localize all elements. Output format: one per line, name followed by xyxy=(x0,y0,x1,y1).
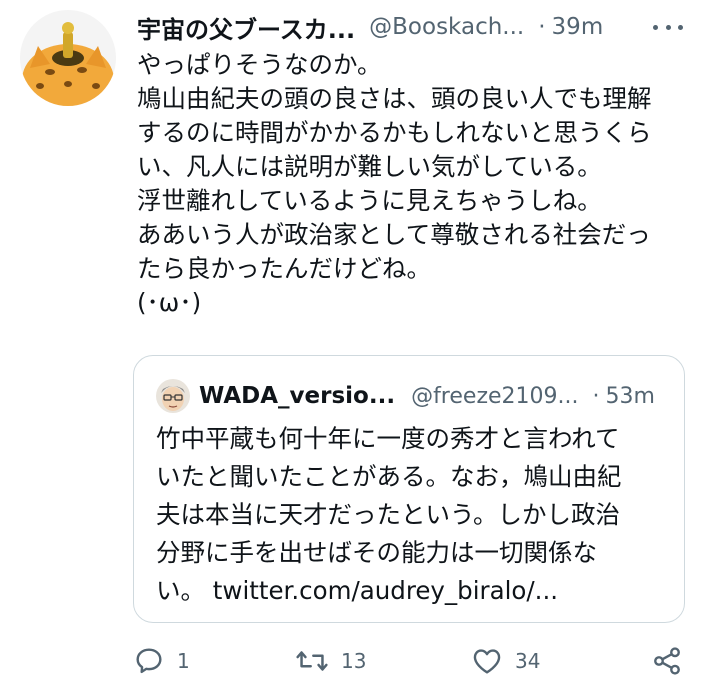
quoted-tweet[interactable]: WADA_versio... @freeze2109... · 53m 竹中平蔵… xyxy=(133,355,685,623)
share-icon xyxy=(654,647,680,675)
action-bar: 1 13 34 xyxy=(133,644,693,678)
author-name[interactable]: 宇宙の父ブースカ... xyxy=(137,10,355,45)
quoted-text-prefix: い。 xyxy=(156,576,205,605)
tweet-text-line: するのに時間がかかるかもしれないと思うくら xyxy=(137,118,652,147)
quoted-text-line: いたと聞いたことがある。なお，鳩山由紀 xyxy=(156,462,622,491)
quoted-link[interactable]: twitter.com/audrey_biralo/... xyxy=(213,576,558,605)
separator-dot: · xyxy=(592,383,600,409)
tweet-text: やっぱりそうなのか。 鳩山由紀夫の頭の良さは、頭の良い人でも理解 するのに時間が… xyxy=(137,48,697,320)
tweet-text-line: 浮世離れしているように見えちゃうしね。 xyxy=(137,186,602,215)
quoted-tweet-header: WADA_versio... @freeze2109... · 53m xyxy=(156,378,655,414)
author-handle[interactable]: @Booskach... xyxy=(369,14,524,40)
quoted-text-line: 分野に手を出せばその能力は一切関係な xyxy=(156,538,597,567)
like-count: 34 xyxy=(515,649,541,673)
quoted-text-line: 竹中平蔵も何十年に一度の秀才と言われて xyxy=(156,424,620,453)
cartoon-man-glasses-avatar xyxy=(156,379,190,413)
like-button[interactable]: 34 xyxy=(471,644,540,678)
retweet-icon xyxy=(296,651,328,671)
reply-button[interactable]: 1 xyxy=(133,644,190,678)
tweet-text-line: ああいう人が政治家として尊敬される社会だっ xyxy=(137,220,651,249)
tweet-text-line: 鳩山由紀夫の頭の良さは、頭の良い人でも理解 xyxy=(137,84,652,113)
quoted-author-handle[interactable]: @freeze2109... xyxy=(411,384,578,409)
quoted-text-line: 夫は本当に天才だったという。しかし政治 xyxy=(156,500,621,529)
more-dots-icon[interactable] xyxy=(653,16,683,38)
quoted-author-name[interactable]: WADA_versio... xyxy=(199,383,395,409)
retweet-button[interactable]: 13 xyxy=(295,644,366,678)
tweet-text-line: い、凡人には説明が難しい気がしている。 xyxy=(137,152,602,181)
heart-icon xyxy=(473,649,501,674)
tweet-header: 宇宙の父ブースカ... @Booskach... · 39m xyxy=(137,10,687,44)
quoted-tweet-time[interactable]: 53m xyxy=(606,384,655,409)
share-button[interactable] xyxy=(651,644,683,678)
tweet-text-line: やっぱりそうなのか。 xyxy=(137,50,382,79)
author-avatar[interactable] xyxy=(20,10,116,106)
tweet-text-line: たら良かったんだけどね。 xyxy=(137,254,431,283)
tweet-time[interactable]: 39m xyxy=(552,14,604,40)
quoted-text-line-last: い。 twitter.com/audrey_biralo/... xyxy=(156,572,676,610)
orange-cat-mascot-avatar xyxy=(20,10,116,106)
separator-dot: · xyxy=(538,14,546,40)
quoted-tweet-text: 竹中平蔵も何十年に一度の秀才と言われて いたと聞いたことがある。なお，鳩山由紀 … xyxy=(156,420,676,610)
reply-bubble-icon xyxy=(136,648,162,674)
retweet-count: 13 xyxy=(341,649,367,673)
tweet-text-line: (･ω･) xyxy=(137,288,202,317)
reply-count: 1 xyxy=(177,649,190,673)
